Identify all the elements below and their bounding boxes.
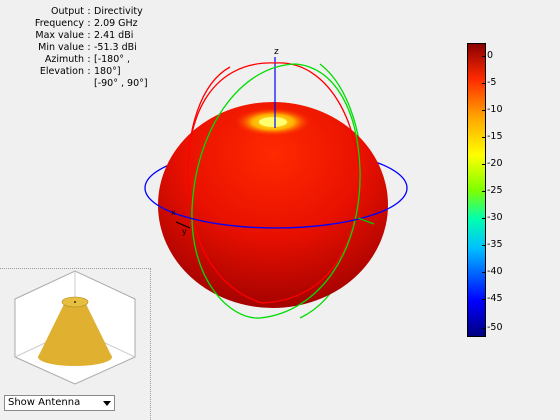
colorbar-tick: -20 [482, 158, 503, 169]
x-axis-label: x [171, 208, 176, 217]
y-axis-label: y [182, 227, 187, 236]
show-antenna-dropdown-value: Show Antenna [8, 397, 81, 408]
colorbar: 0 -5 -10 -15 -20 -25 -30 -35 -40 -45 -50 [467, 43, 503, 337]
colorbar-tick: -15 [482, 131, 503, 142]
chevron-down-icon [103, 401, 111, 406]
colorbar-tick: -5 [481, 77, 497, 88]
colorbar-tick: -35 [482, 239, 503, 250]
colorbar-gradient [467, 43, 486, 337]
colorbar-tick: -40 [482, 266, 503, 277]
panel-divider [150, 268, 151, 420]
colorbar-tick: -10 [482, 104, 503, 115]
colorbar-tick: -30 [482, 212, 503, 223]
colorbar-tick: -25 [482, 185, 503, 196]
colorbar-tick: -45 [482, 293, 503, 304]
antenna-preview-panel [0, 268, 151, 386]
pattern-null-center [259, 117, 287, 127]
colorbar-tick: -50 [482, 322, 503, 333]
antenna-preview-icon [14, 270, 136, 385]
show-antenna-dropdown[interactable]: Show Antenna [4, 395, 115, 411]
z-axis-label: z [274, 47, 279, 57]
colorbar-tick: 0 [481, 50, 494, 61]
